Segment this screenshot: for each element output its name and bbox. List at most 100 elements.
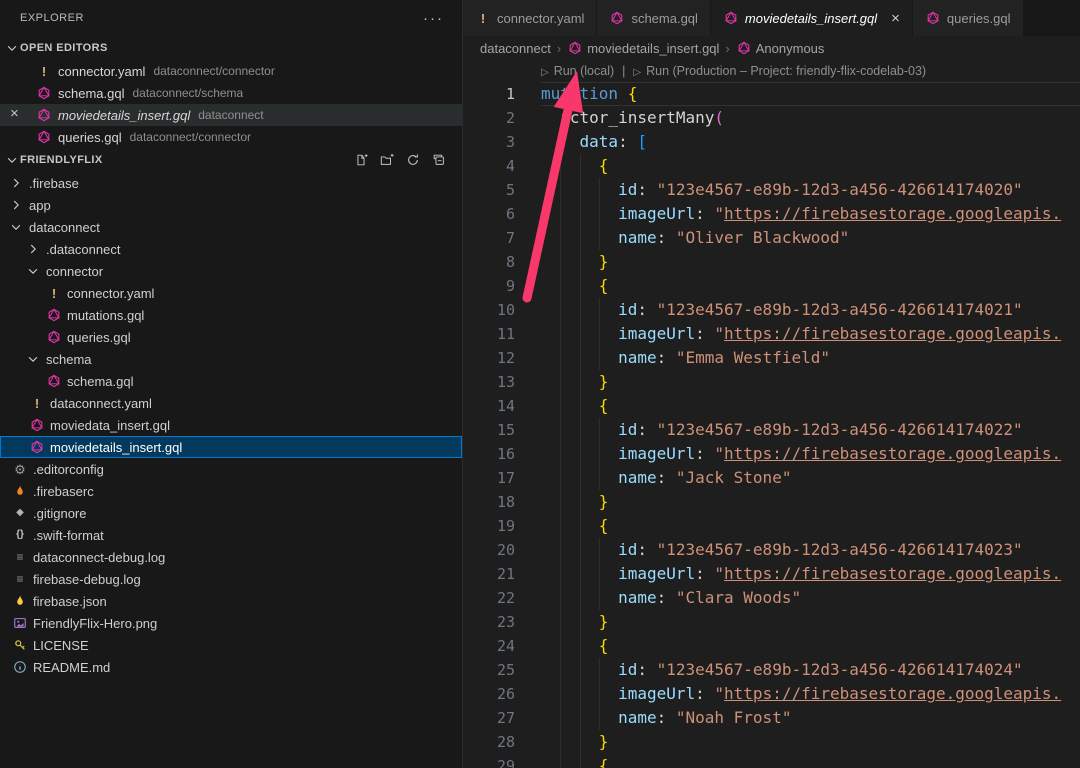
tab-connector.yaml[interactable]: !connector.yaml xyxy=(463,0,597,36)
editor-file-path: dataconnect xyxy=(198,108,263,122)
open-editors-header[interactable]: OPEN EDITORS xyxy=(0,36,462,60)
collapse-all-button[interactable] xyxy=(430,151,448,169)
code-line: 14{ xyxy=(463,394,1080,418)
code-line: 2actor_insertMany( xyxy=(463,106,1080,130)
chevron-right-icon xyxy=(8,197,24,213)
chevron-right-icon xyxy=(25,241,41,257)
new-file-button[interactable] xyxy=(352,151,370,169)
graphql-icon xyxy=(36,129,52,145)
close-tab-icon[interactable]: × xyxy=(891,10,900,27)
tab-moviedetails_insert.gql[interactable]: moviedetails_insert.gql× xyxy=(711,0,913,36)
collapse-all-icon xyxy=(432,153,446,167)
line-number: 27 xyxy=(463,706,515,730)
code-line: 12name: "Emma Westfield" xyxy=(463,346,1080,370)
tree-file-moviedata_insert.gql[interactable]: moviedata_insert.gql xyxy=(0,414,462,436)
tab-queries.gql[interactable]: queries.gql xyxy=(913,0,1024,36)
line-number: 11 xyxy=(463,322,515,346)
tree-file-.firebaserc[interactable]: .firebaserc xyxy=(0,480,462,502)
url-link[interactable]: https://firebasestorage.googleapis. xyxy=(724,684,1061,703)
flame-yellow-icon xyxy=(12,593,28,609)
tree-file-connector.yaml[interactable]: !connector.yaml xyxy=(0,282,462,304)
graphql-icon xyxy=(736,40,752,56)
open-editor-item[interactable]: queries.gqldataconnect/connector xyxy=(0,126,462,148)
open-editor-item[interactable]: schema.gqldataconnect/schema xyxy=(0,82,462,104)
tree-file-dataconnect.yaml[interactable]: !dataconnect.yaml xyxy=(0,392,462,414)
tree-folder-schema[interactable]: schema xyxy=(0,348,462,370)
tree-item-label: firebase.json xyxy=(33,594,107,609)
explorer-sidebar: EXPLORER ··· OPEN EDITORS !connector.yam… xyxy=(0,0,463,768)
tree-file-FriendlyFlix-Hero.png[interactable]: FriendlyFlix-Hero.png xyxy=(0,612,462,634)
tree-file-.editorconfig[interactable]: ⚙.editorconfig xyxy=(0,458,462,480)
code-line: 27name: "Noah Frost" xyxy=(463,706,1080,730)
editor-file-name: queries.gql xyxy=(58,130,122,145)
workspace-header[interactable]: FRIENDLYFLIX xyxy=(0,148,462,172)
codelens: ▷ Run (local) | ▷ Run (Production – Proj… xyxy=(541,60,1080,82)
url-link[interactable]: https://firebasestorage.googleapis. xyxy=(724,444,1061,463)
tree-file-schema.gql[interactable]: schema.gql xyxy=(0,370,462,392)
more-actions-icon[interactable]: ··· xyxy=(423,10,444,27)
tree-item-label: .dataconnect xyxy=(46,242,120,257)
tree-folder-app[interactable]: app xyxy=(0,194,462,216)
new-folder-icon xyxy=(380,153,394,167)
line-number: 25 xyxy=(463,658,515,682)
tree-item-label: .editorconfig xyxy=(33,462,104,477)
breadcrumb-item[interactable]: moviedetails_insert.gql xyxy=(567,40,719,56)
breadcrumb-separator: › xyxy=(725,41,729,56)
warning-icon: ! xyxy=(36,63,52,79)
line-number: 12 xyxy=(463,346,515,370)
tree-item-label: dataconnect-debug.log xyxy=(33,550,165,565)
tab-bar: !connector.yaml schema.gql moviedetails_in… xyxy=(463,0,1080,36)
line-number: 26 xyxy=(463,682,515,706)
tab-label: schema.gql xyxy=(631,11,697,26)
graphql-icon xyxy=(36,85,52,101)
tree-file-firebase.json[interactable]: firebase.json xyxy=(0,590,462,612)
breadcrumb-item[interactable]: Anonymous xyxy=(736,40,825,56)
tree-folder-.dataconnect[interactable]: .dataconnect xyxy=(0,238,462,260)
vscode-window: EXPLORER ··· OPEN EDITORS !connector.yam… xyxy=(0,0,1080,768)
refresh-button[interactable] xyxy=(404,151,422,169)
tree-folder-.firebase[interactable]: .firebase xyxy=(0,172,462,194)
play-icon: ▷ xyxy=(633,67,641,78)
open-editor-item[interactable]: ×moviedetails_insert.gqldataconnect xyxy=(0,104,462,126)
run-local-link[interactable]: ▷ Run (local) xyxy=(541,64,614,78)
chevron-right-icon xyxy=(8,175,24,191)
new-folder-button[interactable] xyxy=(378,151,396,169)
line-number: 18 xyxy=(463,490,515,514)
warning-icon: ! xyxy=(475,10,491,26)
url-link[interactable]: https://firebasestorage.googleapis. xyxy=(724,204,1061,223)
tree-folder-dataconnect[interactable]: dataconnect xyxy=(0,216,462,238)
url-link[interactable]: https://firebasestorage.googleapis. xyxy=(724,564,1061,583)
tree-file-dataconnect-debug.log[interactable]: ≡dataconnect-debug.log xyxy=(0,546,462,568)
code-editor[interactable]: 1mutation {2actor_insertMany(3data: [4{5… xyxy=(463,82,1080,768)
warning-icon: ! xyxy=(29,395,45,411)
tree-file-.gitignore[interactable]: ◆.gitignore xyxy=(0,502,462,524)
line-number: 9 xyxy=(463,274,515,298)
tree-file-queries.gql[interactable]: queries.gql xyxy=(0,326,462,348)
url-link[interactable]: https://firebasestorage.googleapis. xyxy=(724,324,1061,343)
line-number: 15 xyxy=(463,418,515,442)
editor-group: !connector.yaml schema.gql moviedetails_in… xyxy=(463,0,1080,768)
tree-item-label: schema xyxy=(46,352,92,367)
code-line: 13} xyxy=(463,370,1080,394)
run-production-link[interactable]: ▷ Run (Production – Project: friendly-fl… xyxy=(633,64,926,78)
tab-schema.gql[interactable]: schema.gql xyxy=(597,0,710,36)
code-line: 4{ xyxy=(463,154,1080,178)
tree-folder-connector[interactable]: connector xyxy=(0,260,462,282)
tree-file-README.md[interactable]: README.md xyxy=(0,656,462,678)
code-line: 8} xyxy=(463,250,1080,274)
tree-item-label: moviedata_insert.gql xyxy=(50,418,170,433)
open-editor-item[interactable]: !connector.yamldataconnect/connector xyxy=(0,60,462,82)
line-number: 28 xyxy=(463,730,515,754)
breadcrumb-item[interactable]: dataconnect xyxy=(480,41,551,56)
tree-file-moviedetails_insert.gql[interactable]: moviedetails_insert.gql xyxy=(0,436,462,458)
tree-file-.swift-format[interactable]: {}.swift-format xyxy=(0,524,462,546)
tree-file-mutations.gql[interactable]: mutations.gql xyxy=(0,304,462,326)
tree-file-LICENSE[interactable]: LICENSE xyxy=(0,634,462,656)
close-editor-icon[interactable]: × xyxy=(10,105,19,122)
code-line: 11imageUrl: "https://firebasestorage.goo… xyxy=(463,322,1080,346)
tree-file-firebase-debug.log[interactable]: ≡firebase-debug.log xyxy=(0,568,462,590)
line-number: 29 xyxy=(463,754,515,768)
file-tree: .firebaseappdataconnect .dataconnect conne… xyxy=(0,172,462,768)
line-number: 16 xyxy=(463,442,515,466)
breadcrumb-label: Anonymous xyxy=(756,41,825,56)
